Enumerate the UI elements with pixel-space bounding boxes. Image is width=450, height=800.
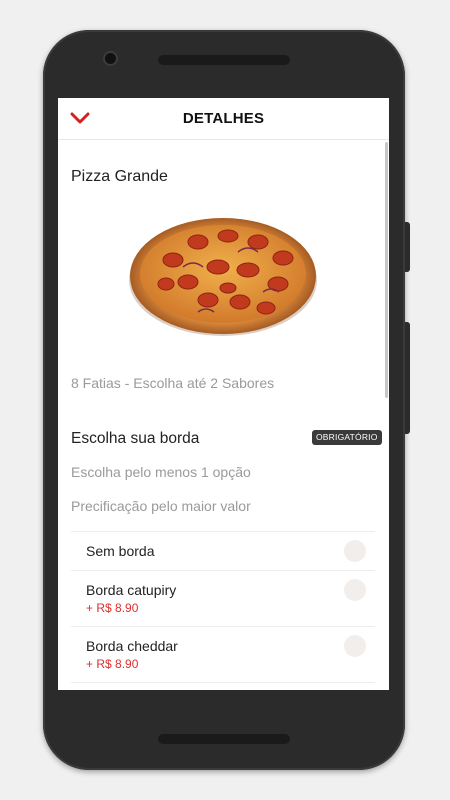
section-title: Escolha sua borda [71,430,200,447]
power-button [405,322,410,434]
option-price: + R$ 8.90 [86,601,139,615]
option-name: Borda cheddar [86,638,178,654]
product-description: 8 Fatias - Escolha até 2 Sabores [71,375,275,391]
app-screen: DETALHES Pizza Grande 8 Fatias - Escolha… [58,98,389,690]
page-title: DETALHES [182,110,265,127]
crust-options: Sem borda Borda catupiry + R$ 8.90 Borda… [71,531,375,689]
pizza-image [128,212,318,340]
min-selection-note: Escolha pelo menos 1 opção [71,464,251,480]
app-header: DETALHES [58,98,389,140]
radio-button[interactable] [344,579,366,601]
option-divider [71,682,375,689]
product-name: Pizza Grande [71,168,168,185]
volume-button [405,222,410,272]
radio-button[interactable] [344,635,366,657]
option-price: + R$ 8.90 [86,657,139,671]
bottom-speaker [158,734,290,744]
option-name: Borda catupiry [86,582,177,598]
option-name: Sem borda [86,543,155,559]
earpiece-speaker [158,55,290,65]
pricing-note: Precificação pelo maior valor [71,498,251,514]
radio-button[interactable] [344,540,366,562]
front-camera [105,53,116,64]
required-badge: OBRIGATÓRIO [312,430,382,445]
option-borda-cheddar[interactable]: Borda cheddar + R$ 8.90 [71,626,375,682]
option-sem-borda[interactable]: Sem borda [71,531,375,570]
option-borda-catupiry[interactable]: Borda catupiry + R$ 8.90 [71,570,375,626]
details-scroll[interactable]: Pizza Grande 8 Fatias - Escolha até 2 Sa… [58,140,389,690]
scrollbar[interactable] [385,142,388,398]
